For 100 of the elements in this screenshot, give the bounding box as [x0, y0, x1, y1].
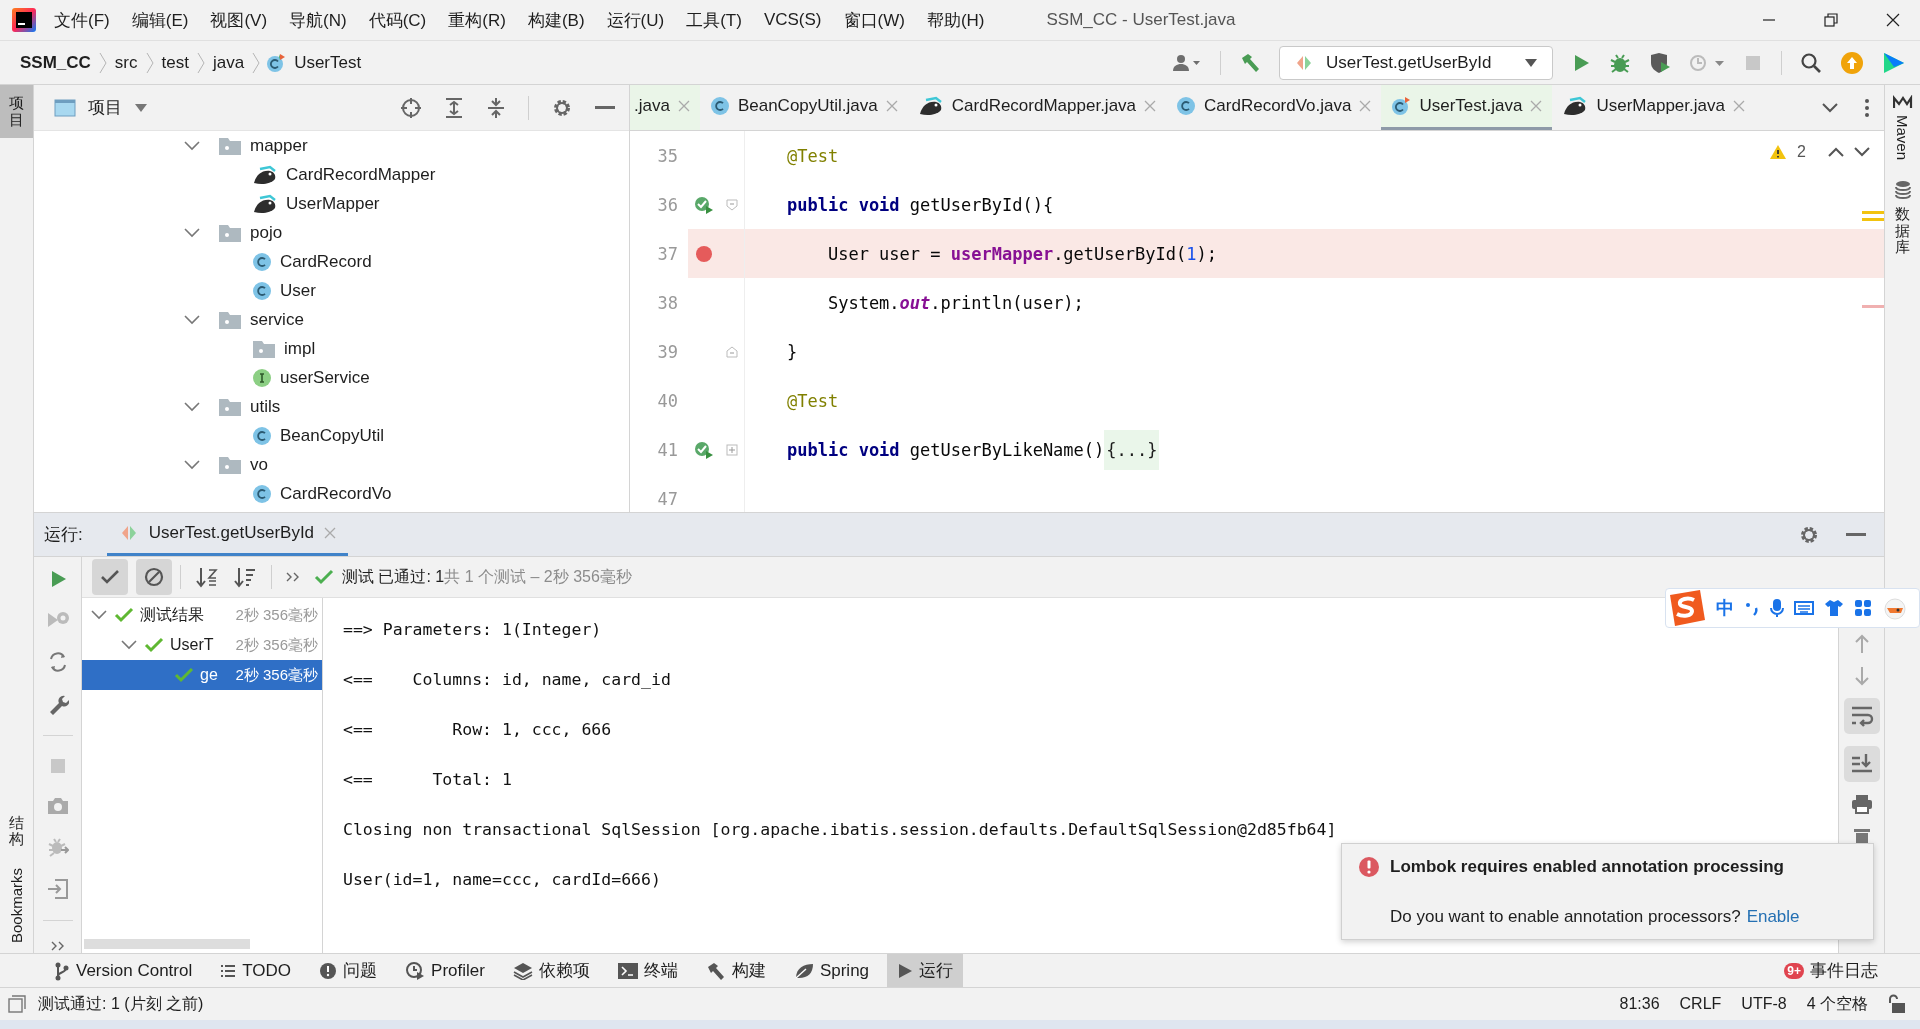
mascot-icon[interactable]	[1882, 596, 1908, 620]
menu-item[interactable]: 代码(C)	[368, 8, 427, 32]
filter-toggle[interactable]	[92, 559, 128, 595]
tool-window-button[interactable]: Maven	[1885, 85, 1920, 171]
expand-all-icon[interactable]	[444, 96, 464, 119]
minimize-icon[interactable]	[1846, 532, 1866, 537]
chevron-down-icon[interactable]	[1854, 147, 1870, 157]
tool-window-tab[interactable]: 依赖项	[502, 954, 600, 987]
menu-item[interactable]: 构建(B)	[527, 8, 585, 32]
warning-count[interactable]: 2	[1797, 143, 1806, 161]
menu-item[interactable]: 窗口(W)	[843, 8, 905, 32]
chevron-up-icon[interactable]	[1828, 147, 1844, 157]
editor-tab[interactable]: CardRecordVo.java	[1166, 85, 1382, 130]
more-chevrons-icon[interactable]	[50, 941, 65, 951]
chevron-down-icon[interactable]	[1822, 102, 1838, 113]
scroll-to-end-icon[interactable]	[1843, 746, 1880, 782]
print-icon[interactable]	[1850, 794, 1873, 814]
dropdown-caret-icon[interactable]	[134, 102, 148, 113]
tool-window-tab[interactable]: TODO	[210, 954, 302, 987]
tree-item[interactable]: impl	[284, 338, 316, 359]
chevron-icon[interactable]	[184, 140, 200, 151]
tree-item[interactable]: CardRecordMapper	[286, 164, 436, 185]
run-tab[interactable]: UserTest.getUserById	[106, 513, 349, 556]
menu-item[interactable]: 工具(T)	[686, 8, 742, 32]
status-item[interactable]: 4 个空格	[1806, 993, 1868, 1015]
tool-window-button[interactable]: 数据库	[1885, 170, 1920, 266]
run-test-icon[interactable]	[694, 194, 714, 215]
unlocked-icon[interactable]	[1888, 994, 1906, 1014]
test-tree-item[interactable]: 测试结果 2秒 356毫秒	[82, 600, 322, 630]
hammer-icon[interactable]	[1239, 51, 1261, 74]
panel-title[interactable]: 项目	[88, 96, 122, 119]
tool-window-button[interactable]: 项目	[0, 85, 33, 138]
editor-tab[interactable]: CardRecordMapper.java	[907, 85, 1167, 130]
filter-toggle[interactable]	[136, 559, 172, 595]
export-bug-icon[interactable]	[46, 836, 69, 858]
input-mode[interactable]: 中	[1716, 596, 1734, 620]
tree-item[interactable]: BeanCopyUtil	[280, 425, 384, 446]
tool-window-tab[interactable]: 构建	[695, 954, 776, 987]
tool-window-tab[interactable]: Spring	[783, 954, 880, 987]
chevron-icon[interactable]	[121, 640, 137, 650]
editor-tab[interactable]: UserMapper.java	[1552, 85, 1755, 130]
tree-item[interactable]: pojo	[250, 222, 283, 243]
menu-item[interactable]: 文件(F)	[54, 8, 110, 32]
menu-item[interactable]: 帮助(H)	[926, 8, 985, 32]
enable-link[interactable]: Enable	[1746, 907, 1800, 927]
tree-item[interactable]: User	[280, 280, 316, 301]
import-icon[interactable]	[46, 878, 69, 900]
apps-grid-icon[interactable]	[1854, 599, 1872, 617]
keyboard-icon[interactable]	[1794, 600, 1814, 616]
chevron-icon[interactable]	[184, 314, 200, 325]
breakpoint-icon[interactable]	[695, 244, 713, 263]
run-test-icon[interactable]	[694, 439, 714, 460]
breadcrumb-item[interactable]: src	[114, 52, 138, 73]
tree-item[interactable]: vo	[250, 454, 268, 475]
shirt-icon[interactable]	[1824, 599, 1844, 617]
test-tree-item[interactable]: UserT 2秒 356毫秒	[82, 630, 322, 660]
chevron-icon[interactable]	[184, 401, 200, 412]
chevron-icon[interactable]	[91, 610, 107, 620]
panel-toggle-icon[interactable]	[8, 995, 26, 1013]
sort-alpha-icon[interactable]	[195, 566, 219, 588]
event-log-button[interactable]: 9+ 事件日志	[1784, 954, 1920, 987]
scrollbar[interactable]	[84, 939, 250, 949]
punctuation-icon[interactable]	[1744, 600, 1760, 616]
minimize-icon[interactable]	[595, 105, 615, 110]
editor-tab[interactable]: BeanCopyUtil.java	[699, 85, 908, 130]
menu-item[interactable]: VCS(S)	[763, 10, 822, 30]
tool-window-tab[interactable]: 运行	[887, 954, 964, 987]
restore-icon[interactable]	[1824, 13, 1838, 27]
tree-item[interactable]: userService	[280, 367, 370, 388]
tool-window-tab[interactable]: Version Control	[44, 954, 203, 987]
breadcrumb-item[interactable]: SSM_CC	[20, 52, 91, 73]
plugin-logo-icon[interactable]	[1882, 50, 1906, 75]
coverage-shield-icon[interactable]	[1649, 51, 1671, 74]
status-item[interactable]: 81:36	[1619, 995, 1660, 1013]
breadcrumb-item[interactable]: test	[161, 52, 189, 73]
menu-item[interactable]: 编辑(E)	[131, 8, 189, 32]
editor-tab[interactable]: .java	[630, 85, 700, 130]
chevron-icon[interactable]	[184, 459, 200, 470]
menu-item[interactable]: 运行(U)	[606, 8, 665, 32]
tree-item[interactable]: service	[250, 309, 304, 330]
tool-window-button[interactable]: Bookmarks	[0, 857, 33, 953]
locate-crosshair-icon[interactable]	[400, 96, 422, 119]
chevron-icon[interactable]	[184, 227, 200, 238]
editor-tab[interactable]: UserTest.java	[1381, 85, 1553, 130]
tree-item[interactable]: CardRecord	[280, 251, 372, 272]
tool-window-button[interactable]: 结构	[0, 804, 33, 858]
search-icon[interactable]	[1800, 51, 1822, 74]
sort-duration-icon[interactable]	[233, 566, 257, 588]
menu-item[interactable]: 重构(R)	[448, 8, 506, 32]
user-icon[interactable]	[1172, 52, 1202, 73]
soft-wrap-icon[interactable]	[1843, 698, 1880, 734]
more-chevrons-icon[interactable]	[286, 572, 300, 582]
tool-window-tab[interactable]: 问题	[309, 954, 388, 987]
close-icon[interactable]	[1886, 13, 1900, 27]
tree-item[interactable]: UserMapper	[286, 193, 380, 214]
status-item[interactable]: UTF-8	[1741, 995, 1787, 1013]
status-item[interactable]: CRLF	[1679, 995, 1722, 1013]
collapse-all-icon[interactable]	[486, 96, 506, 119]
menu-item[interactable]: 视图(V)	[210, 8, 268, 32]
more-vertical-icon[interactable]	[1864, 97, 1870, 118]
